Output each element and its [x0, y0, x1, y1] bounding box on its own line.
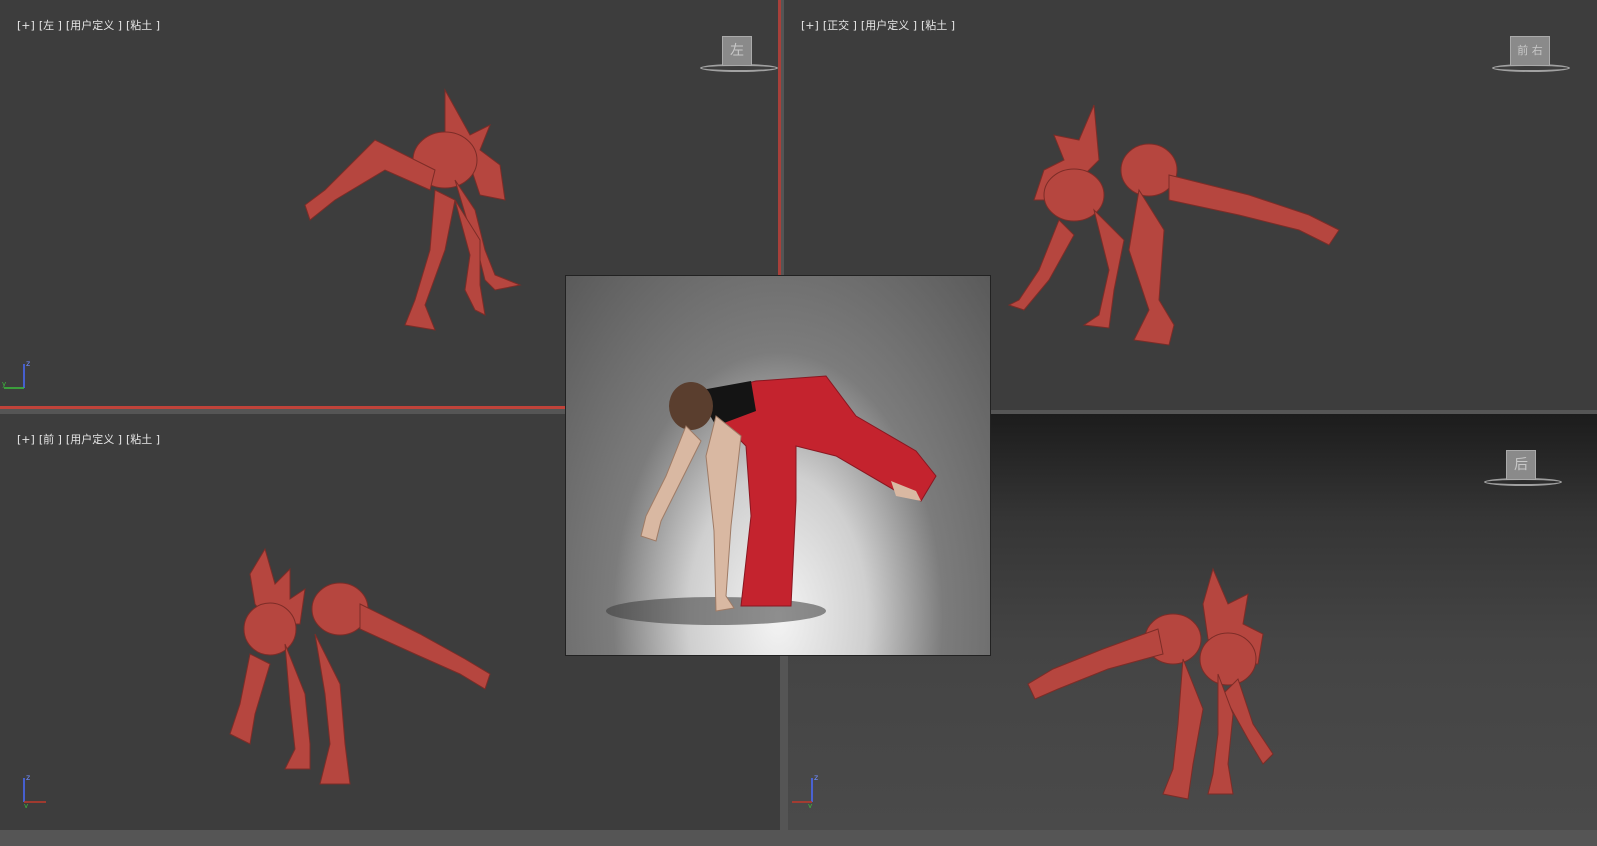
viewcube-icon[interactable]: 后 [1484, 450, 1564, 490]
axis-gizmo-icon: z y [792, 773, 818, 808]
svg-text:z: z [26, 773, 30, 782]
viewcube-face-label: 后 [1506, 450, 1536, 480]
viewcube-icon[interactable]: 左 [700, 36, 780, 76]
dancer-reference-image [606, 375, 937, 625]
viewport-menu-plus[interactable]: [+] [17, 433, 35, 446]
svg-text:y: y [24, 802, 28, 808]
viewport-shading-menu[interactable]: [粘土 ] [921, 19, 955, 32]
viewcube-face-label: 前 右 [1510, 36, 1550, 66]
viewport-shading-menu[interactable]: [粘土 ] [126, 433, 160, 446]
viewport-label-front[interactable]: [+] [前 ] [用户定义 ] [粘土 ] [3, 418, 164, 460]
svg-text:y: y [2, 380, 6, 388]
viewport-user-defined-menu[interactable]: [用户定义 ] [66, 433, 122, 446]
viewport-menu-plus[interactable]: [+] [17, 19, 35, 32]
reference-photo [565, 275, 991, 656]
viewport-view-menu[interactable]: [正交 ] [823, 19, 857, 32]
viewport-view-menu[interactable]: [左 ] [39, 19, 62, 32]
clay-model-figure[interactable] [1023, 564, 1303, 824]
axis-gizmo-icon: z y [2, 359, 30, 389]
axis-gizmo-icon: z y [23, 773, 46, 808]
clay-model-figure[interactable] [295, 80, 535, 340]
viewport-label-left[interactable]: [+] [左 ] [用户定义 ] [粘土 ] [3, 4, 164, 46]
viewcube-icon[interactable]: 前 右 [1492, 36, 1572, 76]
viewcube-face-label: 左 [722, 36, 752, 66]
clay-model-figure[interactable] [220, 544, 510, 804]
clay-model-figure[interactable] [999, 100, 1359, 360]
viewport-menu-plus[interactable]: [+] [801, 19, 819, 32]
viewport-view-menu[interactable]: [前 ] [39, 433, 62, 446]
viewport-user-defined-menu[interactable]: [用户定义 ] [861, 19, 917, 32]
viewport-user-defined-menu[interactable]: [用户定义 ] [66, 19, 122, 32]
viewport-label-orthographic[interactable]: [+] [正交 ] [用户定义 ] [粘土 ] [787, 4, 959, 46]
viewport-shading-menu[interactable]: [粘土 ] [126, 19, 160, 32]
svg-text:z: z [26, 359, 30, 368]
svg-text:z: z [814, 773, 818, 782]
svg-text:y: y [808, 802, 812, 808]
